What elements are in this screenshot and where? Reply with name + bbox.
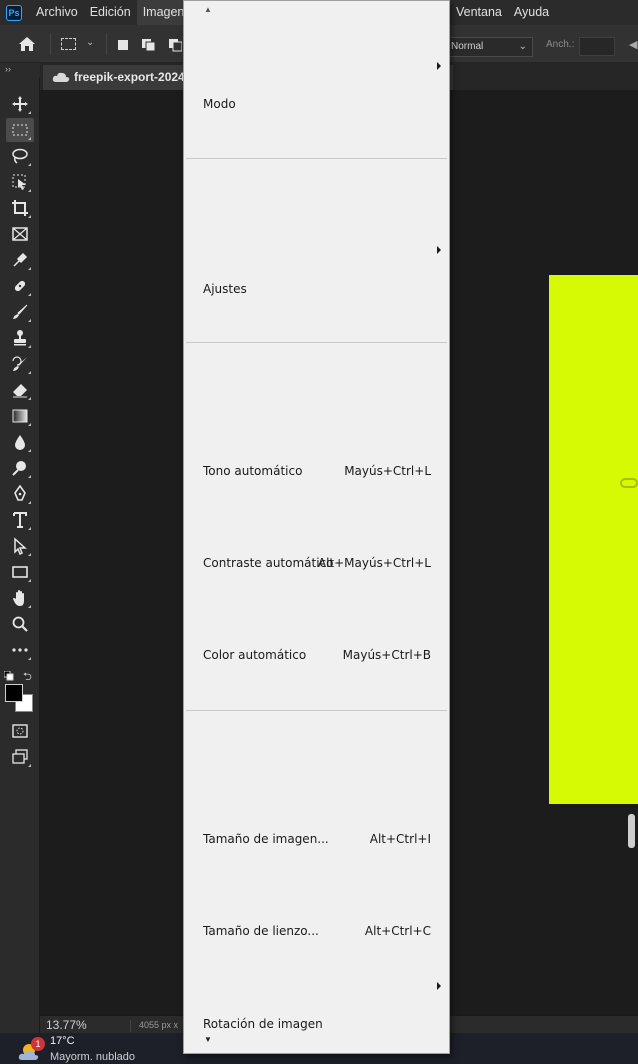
gradient-tool-icon[interactable] (6, 404, 34, 428)
subtract-from-selection-icon[interactable] (168, 38, 183, 52)
path-selection-tool-icon[interactable] (6, 534, 34, 558)
menu-item-color-automatico[interactable]: Color automático (203, 648, 306, 662)
move-tool-icon[interactable] (6, 92, 34, 116)
shortcut-tamano-de-imagen: Alt+Ctrl+I (369, 832, 431, 846)
hand-tool-icon[interactable] (6, 586, 34, 610)
home-icon[interactable] (18, 36, 36, 52)
eraser-tool-icon[interactable] (6, 378, 34, 402)
menu-separator (186, 342, 447, 343)
menu-scroll-up-icon[interactable]: ▲ (204, 5, 212, 14)
menu-item-ajustes[interactable]: Ajustes (203, 282, 247, 296)
object-selection-tool-icon[interactable] (6, 170, 34, 194)
type-tool-icon[interactable] (6, 508, 34, 532)
zoom-level[interactable]: 13.77% (46, 1018, 87, 1032)
shortcut-contraste-automatico: Alt+Mayús+Ctrl+L (317, 556, 431, 570)
options-divider (106, 33, 107, 55)
options-divider (50, 33, 51, 55)
blend-mode-value: Normal (451, 41, 484, 52)
imagen-dropdown-menu: ▲ Modo Ajustes Tono automático Mayús+Ctr… (183, 0, 450, 1054)
document-tab-title: freepik-export-20240 (74, 70, 192, 84)
submenu-arrow-icon (437, 982, 441, 990)
eyedropper-tool-icon[interactable] (6, 248, 34, 272)
foreground-color-swatch[interactable] (5, 684, 23, 702)
photoshop-logo-icon: Ps (6, 4, 22, 21)
cloud-icon (52, 72, 70, 82)
chevron-down-icon: ⌄ (518, 41, 527, 52)
new-selection-icon[interactable] (117, 38, 129, 50)
menu-edicion[interactable]: Edición (84, 0, 137, 25)
width-label: Anch.: (546, 39, 575, 50)
menu-scroll-down-icon[interactable]: ▼ (204, 1035, 212, 1044)
brush-tool-icon[interactable] (6, 300, 34, 324)
document-info[interactable]: 4055 px x (130, 1020, 178, 1032)
document-canvas[interactable] (549, 275, 638, 804)
frame-tool-icon[interactable] (6, 222, 34, 246)
menu-separator (186, 158, 447, 159)
menu-item-tono-automatico[interactable]: Tono automático (203, 464, 302, 478)
rectangle-tool-icon[interactable] (6, 560, 34, 584)
shortcut-tamano-de-lienzo: Alt+Ctrl+C (364, 924, 431, 938)
shortcut-color-automatico: Mayús+Ctrl+B (342, 648, 431, 662)
menu-ventana[interactable]: Ventana (450, 0, 508, 25)
width-input[interactable] (579, 37, 615, 56)
menu-item-tamano-de-imagen[interactable]: Tamaño de imagen... (203, 832, 329, 846)
zoom-tool-icon[interactable] (6, 612, 34, 636)
menu-item-rotacion-de-imagen[interactable]: Rotación de imagen (203, 1017, 323, 1031)
add-to-selection-icon[interactable] (141, 38, 157, 52)
default-colors-icon[interactable] (3, 668, 14, 681)
menu-item-tamano-de-lienzo[interactable]: Tamaño de lienzo... (203, 924, 319, 938)
submenu-arrow-icon (437, 62, 441, 70)
toolbar-collapse-toggle[interactable]: ›› (0, 63, 40, 77)
menu-ayuda[interactable]: Ayuda (508, 0, 555, 25)
rectangular-marquee-tool-icon[interactable] (6, 118, 34, 142)
blur-tool-icon[interactable] (6, 430, 34, 454)
swap-arrow-icon[interactable]: ◀ (629, 38, 637, 51)
weather-condition: Mayorm. nublado (50, 1051, 135, 1063)
notification-badge: 1 (31, 1037, 45, 1051)
pen-tool-icon[interactable] (6, 482, 34, 506)
dodge-tool-icon[interactable] (6, 456, 34, 480)
screen-mode-icon[interactable] (6, 745, 34, 769)
chevron-down-icon[interactable]: ⌄ (86, 37, 94, 48)
marquee-preset-icon[interactable] (61, 38, 76, 50)
weather-temperature: 17°C (50, 1035, 75, 1047)
menu-item-modo[interactable]: Modo (203, 97, 236, 111)
submenu-arrow-icon (437, 246, 441, 254)
canvas-artwork-detail (620, 478, 638, 488)
edit-toolbar-icon[interactable] (6, 638, 34, 662)
crop-tool-icon[interactable] (6, 196, 34, 220)
menu-separator (186, 710, 447, 711)
spot-healing-tool-icon[interactable] (6, 274, 34, 298)
swap-colors-icon[interactable]: ⮌ (23, 668, 32, 687)
tools-panel: ⮌ (0, 77, 40, 1034)
shortcut-tono-automatico: Mayús+Ctrl+L (344, 464, 431, 478)
lasso-tool-icon[interactable] (6, 144, 34, 168)
history-brush-tool-icon[interactable] (6, 352, 34, 376)
quick-mask-icon[interactable] (6, 719, 34, 743)
blend-mode-select[interactable]: Normal ⌄ (447, 37, 533, 57)
menu-item-contraste-automatico[interactable]: Contraste automático (203, 556, 334, 570)
menu-archivo[interactable]: Archivo (30, 0, 84, 25)
clone-stamp-tool-icon[interactable] (6, 326, 34, 350)
vertical-scrollbar-thumb[interactable] (628, 814, 635, 848)
